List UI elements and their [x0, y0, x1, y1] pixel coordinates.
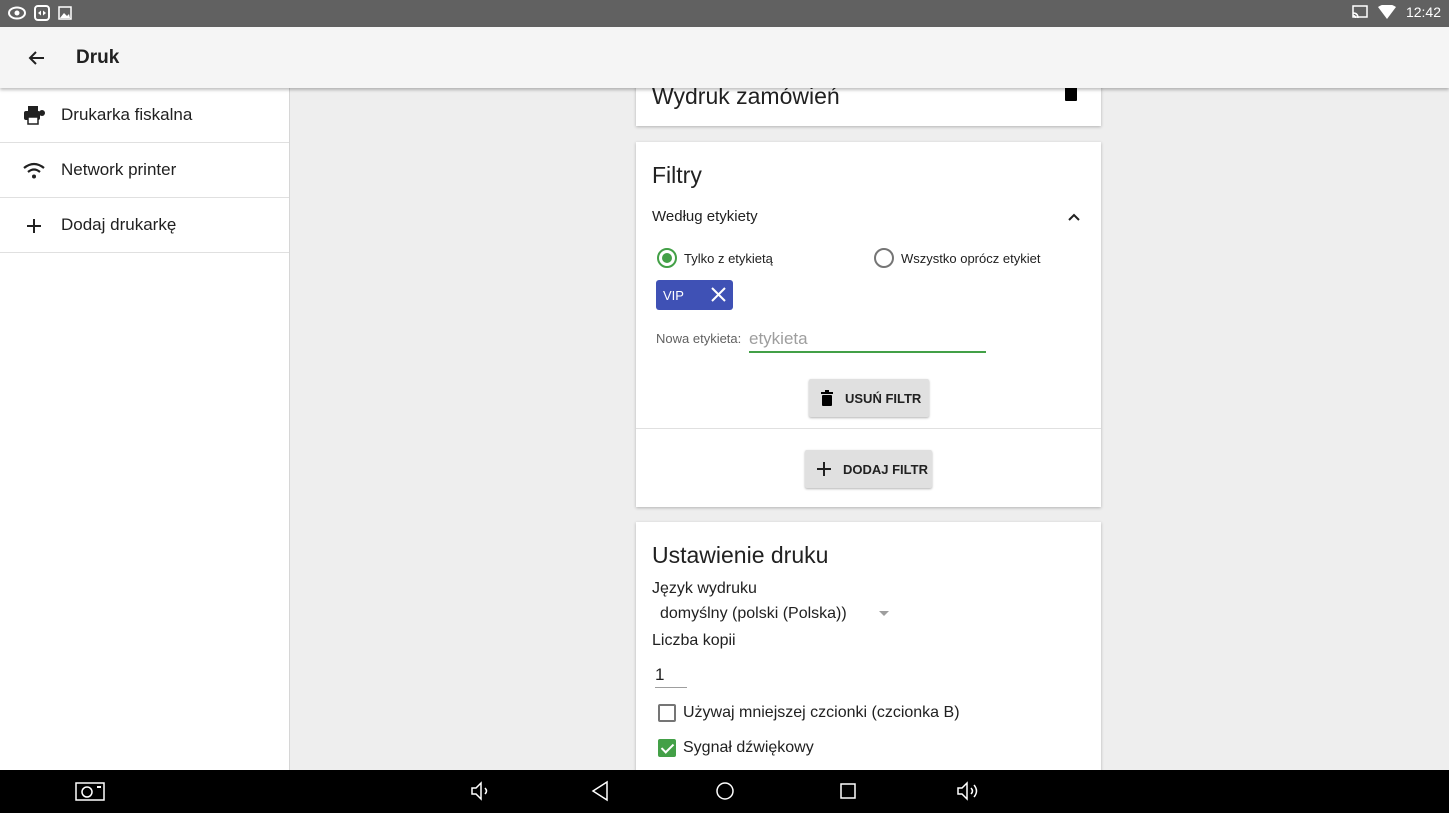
home-icon[interactable]	[714, 780, 736, 802]
card-title: Ustawienie druku	[652, 542, 829, 568]
sidebar-item-fiscal-printer[interactable]: Drukarka fiskalna	[0, 88, 289, 143]
radio-label: Tylko z etykietą	[684, 250, 773, 266]
back-icon[interactable]	[590, 780, 610, 802]
new-tag-input[interactable]	[749, 326, 986, 353]
language-value: domyślny (polski (Polska))	[660, 605, 847, 622]
checkbox-box	[658, 739, 676, 757]
page-title: Druk	[76, 47, 120, 68]
copies-label: Liczba kopii	[652, 632, 736, 649]
sidebar: Drukarka fiskalna Network printer Dodaj …	[0, 88, 290, 770]
cast-icon	[1352, 5, 1368, 19]
sidebar-item-label: Network printer	[61, 160, 177, 179]
checkbox-label: Używaj mniejszej czcionki (czcionka B)	[683, 704, 960, 721]
status-bar: 12:42	[0, 0, 1449, 27]
radio-all-except-tags[interactable]: Wszystko oprócz etykiet	[874, 248, 1040, 268]
sidebar-item-label: Dodaj drukarkę	[61, 215, 177, 234]
language-select[interactable]: domyślny (polski (Polska))	[660, 605, 892, 623]
close-icon[interactable]	[710, 286, 727, 303]
dropdown-arrow-icon	[879, 611, 889, 616]
language-label: Język wydruku	[652, 580, 757, 597]
checkbox-box	[658, 704, 676, 722]
radio-only-with-tag[interactable]: Tylko z etykietą	[657, 248, 773, 268]
checkbox-label: Sygnał dźwiękowy	[683, 739, 814, 756]
button-label: DODAJ FILTR	[843, 461, 928, 477]
plus-icon	[817, 462, 831, 476]
volume-up-icon[interactable]	[956, 780, 982, 802]
printer-icon	[22, 104, 46, 128]
tag-chip[interactable]: VIP	[656, 280, 733, 310]
sidebar-item-network-printer[interactable]: Network printer	[0, 143, 289, 198]
print-settings-card: Ustawienie druku Język wydruku domyślny …	[636, 522, 1101, 782]
button-label: USUŃ FILTR	[845, 390, 922, 406]
chip-label: VIP	[663, 288, 684, 303]
copies-input[interactable]	[655, 662, 687, 688]
chevron-up-icon	[1068, 213, 1080, 221]
volume-down-icon[interactable]	[470, 780, 492, 802]
trash-icon	[821, 390, 833, 406]
new-tag-label: Nowa etykieta:	[656, 331, 742, 346]
radio-circle	[874, 248, 894, 268]
navigation-bar	[0, 770, 1449, 813]
radio-circle	[657, 248, 677, 268]
remove-filter-button[interactable]: USUŃ FILTR	[809, 379, 929, 417]
teamviewer-icon	[34, 5, 50, 21]
sound-signal-checkbox[interactable]: Sygnał dźwiękowy	[658, 739, 814, 757]
sidebar-item-label: Drukarka fiskalna	[61, 105, 193, 124]
back-button[interactable]	[24, 45, 52, 71]
wifi-icon	[22, 159, 46, 183]
small-font-checkbox[interactable]: Używaj mniejszej czcionki (czcionka B)	[658, 704, 960, 722]
screenshot-icon[interactable]	[75, 780, 105, 802]
collapse-button[interactable]	[1065, 208, 1083, 226]
wifi-icon	[1377, 5, 1396, 19]
filter-subheading: Według etykiety	[652, 208, 758, 225]
image-icon	[58, 6, 72, 20]
eye-icon	[8, 6, 26, 20]
divider	[636, 428, 1101, 429]
card-title: Filtry	[652, 162, 702, 188]
app-bar: Druk	[0, 27, 1449, 88]
sidebar-item-add-printer[interactable]: Dodaj drukarkę	[0, 198, 289, 253]
clock: 12:42	[1405, 4, 1441, 20]
filters-card: Filtry Według etykiety Tylko z etykietą …	[636, 142, 1101, 507]
add-filter-button[interactable]: DODAJ FILTR	[805, 450, 932, 488]
arrow-left-icon	[28, 51, 44, 65]
recents-icon[interactable]	[838, 780, 858, 802]
radio-label: Wszystko oprócz etykiet	[901, 250, 1041, 266]
plus-icon	[22, 214, 46, 238]
